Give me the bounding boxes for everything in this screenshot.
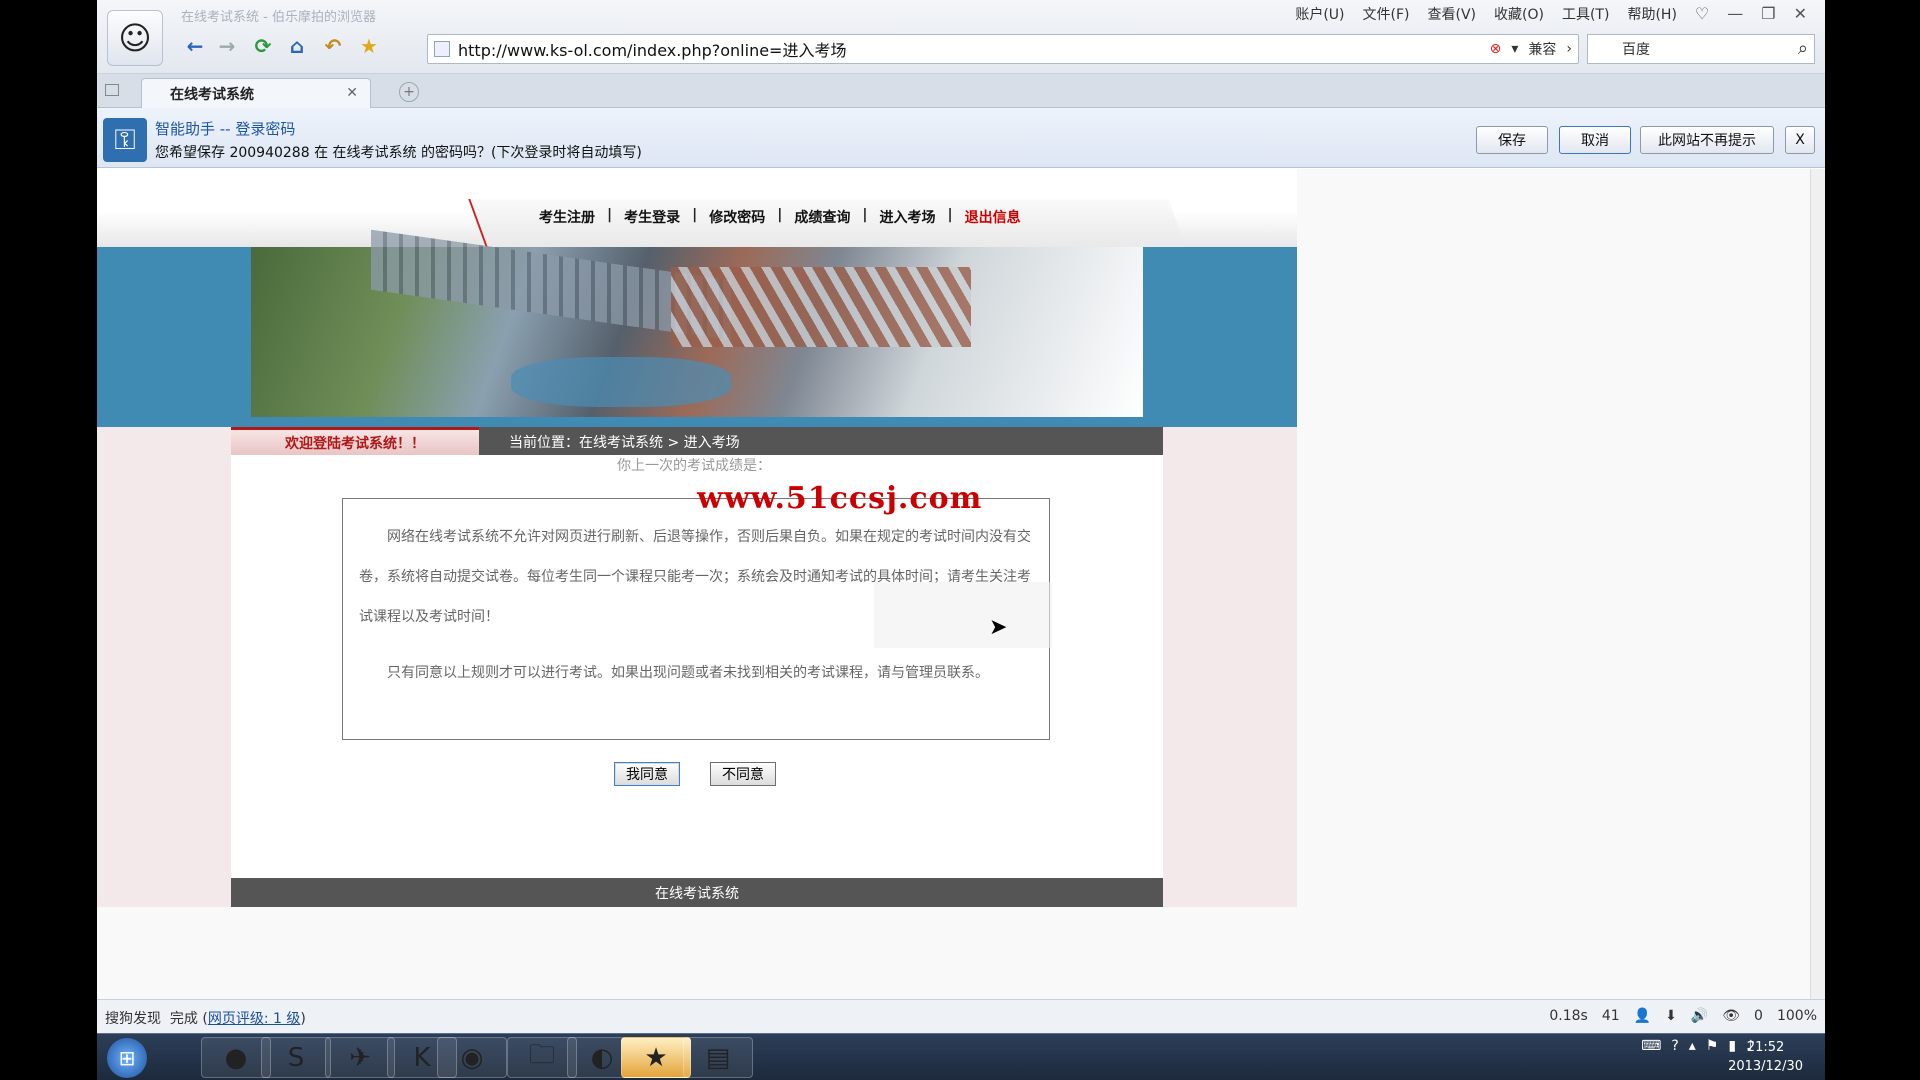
sidebar-toggle-icon[interactable] <box>105 84 119 96</box>
menu-bar: 账户(U) 文件(F) 查看(V) 收藏(O) 工具(T) 帮助(H) ♡ — … <box>1293 4 1809 24</box>
help-icon[interactable]: ? <box>1671 1038 1678 1054</box>
tab-label: 在线考试系统 <box>170 86 254 103</box>
address-url[interactable]: http://www.ks-ol.com/index.php?online=进入… <box>458 37 846 61</box>
status-left: 搜狗发现 完成 (网页评级: 1 级) <box>105 1011 306 1027</box>
menu-favorites[interactable]: 收藏(O) <box>1492 4 1546 24</box>
nav-score-query[interactable]: 成绩查询 <box>782 207 862 227</box>
key-icon: ⚿ <box>103 118 147 162</box>
user-avatar-icon[interactable]: ☺ <box>107 10 163 66</box>
status-right: 0.18s 41 👤 ⬇ 🔊 👁 0 100% <box>1549 1008 1817 1024</box>
dropdown-chevron-icon[interactable]: ▾ <box>1511 41 1518 57</box>
clock[interactable]: 21:52 2013/12/30 <box>1728 1038 1803 1076</box>
hover-highlight <box>874 582 1052 648</box>
site-nav: 考生注册 | 考生登录 | 修改密码 | 成绩查询 | 进入考场 | 退出信息 <box>527 207 1033 227</box>
stop-icon[interactable]: ⊗ <box>1490 41 1502 57</box>
taskbar-app-star[interactable]: ★ <box>621 1037 691 1078</box>
skin-icon[interactable]: ♡ <box>1693 4 1711 24</box>
welcome-label: 欢迎登陆考试系统！！ <box>231 427 479 455</box>
search-icon[interactable]: ⌕ <box>1798 38 1808 59</box>
load-status: 完成 <box>169 1011 198 1027</box>
nav-change-password[interactable]: 修改密码 <box>697 207 777 227</box>
home-icon[interactable]: ⌂ <box>281 30 313 62</box>
keyboard-icon[interactable]: ⌨ <box>1641 1038 1661 1054</box>
page-rating-link[interactable]: 网页评级: 1 级 <box>208 1011 301 1027</box>
minimize-icon[interactable]: — <box>1725 4 1745 24</box>
tray-expand-icon[interactable]: ▴ <box>1689 1038 1696 1054</box>
taskbar-app-doc[interactable]: ▤ <box>683 1037 753 1078</box>
back-icon[interactable]: ← <box>179 30 211 62</box>
favorite-star-icon[interactable]: ★ <box>353 30 385 62</box>
site-header: 考生注册 | 考生登录 | 修改密码 | 成绩查询 | 进入考场 | 退出信息 <box>97 169 1297 247</box>
counter-value: 41 <box>1601 1008 1620 1024</box>
breadcrumb-bar: 欢迎登陆考试系统！！ 当前位置：在线考试系统 > 进入考场 <box>231 427 1163 455</box>
status-bar: 搜狗发现 完成 (网页评级: 1 级) 0.18s 41 👤 ⬇ 🔊 👁 0 1… <box>97 999 1825 1033</box>
menu-account[interactable]: 账户(U) <box>1293 4 1346 24</box>
chevron-right-icon[interactable]: › <box>1566 41 1572 57</box>
menu-view[interactable]: 查看(V) <box>1426 4 1479 24</box>
shield-count: 0 <box>1754 1008 1763 1024</box>
menu-file[interactable]: 文件(F) <box>1361 4 1412 24</box>
menu-help[interactable]: 帮助(H) <box>1625 4 1678 24</box>
mouse-cursor-icon: ➤ <box>989 615 1008 640</box>
close-icon[interactable]: ✕ <box>1792 4 1809 24</box>
vertical-scrollbar[interactable] <box>1810 169 1825 999</box>
cancel-button[interactable]: 取消 <box>1559 126 1631 154</box>
helper-close-button[interactable]: X <box>1785 126 1815 154</box>
address-tools: ⊗ ▾ 兼容 › <box>1490 39 1572 59</box>
address-bar[interactable]: http://www.ks-ol.com/index.php?online=进入… <box>427 34 1579 64</box>
menu-tools[interactable]: 工具(T) <box>1560 4 1611 24</box>
taskbar-app-s[interactable]: S <box>261 1037 331 1078</box>
user-icon[interactable]: 👤 <box>1634 1008 1651 1024</box>
clock-date: 2013/12/30 <box>1728 1059 1803 1074</box>
flag-icon[interactable]: ⚑ <box>1706 1038 1719 1054</box>
breadcrumb: 当前位置：在线考试系统 > 进入考场 <box>509 435 740 451</box>
nav-enter-exam[interactable]: 进入考场 <box>868 207 948 227</box>
eye-icon[interactable]: 👁 <box>1722 1008 1740 1024</box>
save-button[interactable]: 保存 <box>1476 126 1548 154</box>
search-box[interactable]: 百度 ⌕ <box>1587 34 1815 64</box>
campus-image <box>251 229 1143 417</box>
forward-icon[interactable]: → <box>211 30 243 62</box>
tab-bar: 在线考试系统 ✕ + <box>97 74 1825 108</box>
disagree-button[interactable]: 不同意 <box>710 762 776 786</box>
watermark-text: www.51ccsj.com <box>697 481 983 516</box>
undo-icon[interactable]: ↶ <box>317 30 349 62</box>
restore-icon[interactable]: ❐ <box>1759 4 1777 24</box>
load-time: 0.18s <box>1549 1008 1588 1024</box>
agree-button[interactable]: 我同意 <box>614 762 680 786</box>
clock-time: 21:52 <box>1746 1040 1785 1055</box>
screen-border-left <box>0 0 97 1080</box>
window-title: 在线考试系统 - 伯乐摩拍的浏览器 <box>181 10 376 25</box>
tab-exam-system[interactable]: 在线考试系统 ✕ <box>141 78 371 108</box>
download-icon[interactable]: ⬇ <box>1665 1008 1677 1024</box>
helper-message: 您希望保存 200940288 在 在线考试系统 的密码吗？(下次登录时将自动填… <box>155 145 642 161</box>
tab-close-icon[interactable]: ✕ <box>346 85 358 101</box>
password-helper-bar: ⚿ 智能助手 -- 登录密码 您希望保存 200940288 在 在线考试系统 … <box>97 108 1825 168</box>
nav-logout[interactable]: 退出信息 <box>953 207 1033 227</box>
taskbar: ⊞ ● S ✈ K ◉ 🗀 ◐ ★ ▤ ⌨ ? ▴ ⚑ ▮ ♪ 21:52 20… <box>97 1033 1825 1080</box>
compat-mode[interactable]: 兼容 <box>1528 39 1556 59</box>
rule-paragraph-2: 只有同意以上规则才可以进行考试。如果出现问题或者未找到相关的考试课程，请与管理员… <box>387 665 989 681</box>
search-engine[interactable]: 百度 <box>1622 39 1650 59</box>
screen-border-right <box>1825 0 1920 1080</box>
nav-register[interactable]: 考生注册 <box>527 207 607 227</box>
taskbar-app-orb[interactable]: ◉ <box>437 1037 507 1078</box>
taskbar-app-bird[interactable]: ✈ <box>325 1037 395 1078</box>
start-button[interactable]: ⊞ <box>107 1038 147 1078</box>
helper-title: 智能助手 -- 登录密码 <box>155 120 296 138</box>
volume-icon[interactable]: 🔊 <box>1691 1008 1708 1024</box>
browser-window: ☺ 在线考试系统 - 伯乐摩拍的浏览器 账户(U) 文件(F) 查看(V) 收藏… <box>97 0 1825 1080</box>
never-remind-button[interactable]: 此网站不再提示 <box>1640 126 1774 154</box>
last-score-text: 你上一次的考试成绩是： <box>617 458 771 474</box>
refresh-icon[interactable]: ⟳ <box>247 30 279 62</box>
new-tab-icon[interactable]: + <box>399 82 419 102</box>
page-icon <box>434 41 450 57</box>
web-page: 考生注册 | 考生登录 | 修改密码 | 成绩查询 | 进入考场 | 退出信息 欢迎登陆考… <box>97 169 1810 999</box>
banner <box>97 229 1297 427</box>
discover-label[interactable]: 搜狗发现 <box>105 1011 161 1027</box>
nav-login[interactable]: 考生登录 <box>612 207 692 227</box>
zoom-level[interactable]: 100% <box>1777 1008 1817 1024</box>
browser-toolbar: ☺ 在线考试系统 - 伯乐摩拍的浏览器 账户(U) 文件(F) 查看(V) 收藏… <box>97 0 1825 74</box>
site-footer: 在线考试系统 <box>231 878 1163 907</box>
